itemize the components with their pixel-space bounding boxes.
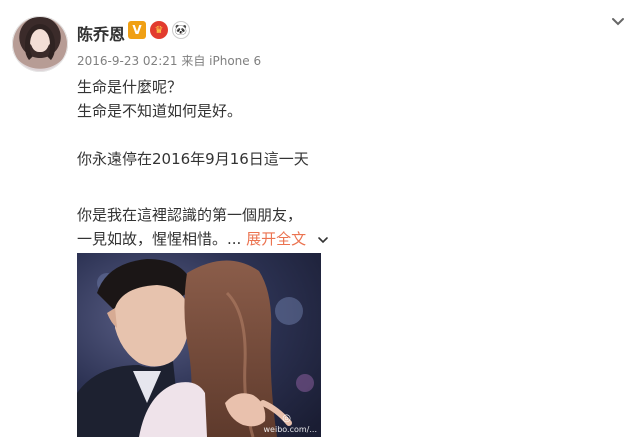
vip-badge-icon[interactable]: ♛ — [150, 21, 168, 39]
avatar-face — [31, 30, 49, 52]
weibo-watermark-icon: ◎ — [282, 413, 291, 424]
expand-full-text-link[interactable]: 展开全文 — [246, 230, 329, 248]
post-meta: 2016-9-23 02:21 来自 iPhone 6 — [77, 52, 261, 69]
expand-label: 展开全文 — [246, 230, 307, 248]
avatar[interactable] — [12, 16, 68, 72]
author-badges: V ♛ 🐼 — [128, 21, 190, 39]
post-text-line-3: 你永遠停在2016年9月16日這一天 — [77, 150, 309, 168]
author-name[interactable]: 陈乔恩 — [77, 21, 125, 45]
post-text-line-1: 生命是什麼呢？ — [77, 78, 183, 96]
post-timestamp[interactable]: 2016-9-23 02:21 — [77, 54, 178, 68]
photo-watermark: weibo.com/... — [263, 425, 317, 434]
post-text-line-2: 生命是不知道如何是好。 — [77, 102, 243, 120]
post-text-line-5-content: 一見如故，惺惺相惜。... — [77, 230, 242, 248]
post-photo[interactable]: ◎ weibo.com/... — [77, 253, 321, 437]
post-source[interactable]: 来自 iPhone 6 — [181, 54, 261, 68]
chevron-down-icon[interactable] — [610, 14, 626, 30]
post-text-line-4: 你是我在這裡認識的第一個朋友， — [77, 206, 303, 224]
expand-chevron-icon — [318, 236, 328, 243]
verified-badge-icon[interactable]: V — [128, 21, 146, 39]
post-text-line-5: 一見如故，惺惺相惜。... 展开全文 — [77, 228, 329, 249]
photo-illustration — [77, 253, 321, 437]
panda-badge-icon[interactable]: 🐼 — [172, 21, 190, 39]
